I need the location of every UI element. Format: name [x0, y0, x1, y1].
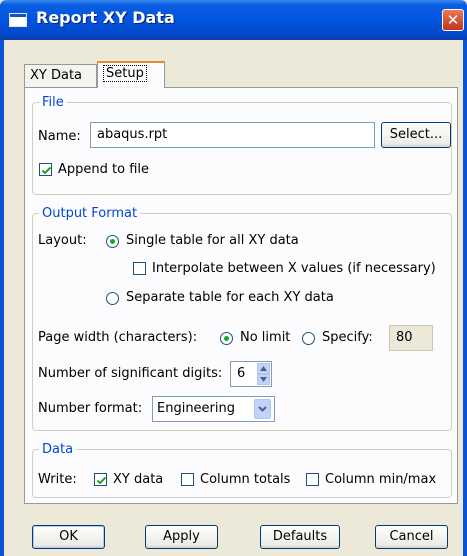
window-frame-left	[0, 40, 4, 556]
title-bar[interactable]: Report XY Data ✕	[0, 0, 467, 40]
chevron-down-icon[interactable]	[254, 399, 271, 419]
single-table-radio[interactable]	[106, 235, 119, 248]
spin-down-icon[interactable]	[257, 374, 270, 385]
ok-button[interactable]: OK	[32, 525, 105, 549]
radio-selected-dot	[224, 336, 229, 341]
page-width-input[interactable]: 80	[389, 325, 433, 351]
window-frame-right	[463, 40, 467, 556]
separate-table-radio[interactable]	[106, 292, 119, 305]
radio-selected-dot	[110, 239, 115, 244]
tab-setup-label: Setup	[103, 65, 147, 82]
digits-label: Number of significant digits:	[38, 366, 223, 381]
output-format-legend: Output Format	[42, 206, 138, 221]
no-limit-label: No limit	[240, 330, 291, 345]
tab-xy-data-label: XY Data	[30, 68, 83, 83]
apply-button[interactable]: Apply	[145, 525, 218, 549]
xy-data-label: XY data	[113, 472, 164, 487]
data-group: Data	[32, 442, 452, 498]
checkmark-icon	[96, 476, 107, 485]
data-legend: Data	[42, 442, 74, 457]
window-icon	[9, 13, 27, 27]
window-title: Report XY Data	[36, 8, 175, 27]
column-minmax-checkbox[interactable]	[306, 473, 319, 486]
layout-label: Layout:	[38, 233, 87, 248]
specify-label: Specify:	[322, 330, 373, 345]
column-totals-label: Column totals	[200, 472, 291, 487]
page-width-label: Page width (characters):	[38, 330, 198, 345]
spin-up-icon[interactable]	[257, 363, 270, 374]
close-button[interactable]: ✕	[442, 9, 464, 31]
interpolate-checkbox[interactable]	[133, 262, 146, 275]
append-checkbox[interactable]	[39, 163, 52, 176]
file-legend: File	[42, 95, 64, 110]
xy-data-checkbox[interactable]	[94, 473, 107, 486]
no-limit-radio[interactable]	[220, 332, 233, 345]
spin-up-arrow-icon	[260, 366, 267, 371]
cancel-button[interactable]: Cancel	[375, 525, 448, 549]
name-label: Name:	[38, 129, 81, 144]
column-minmax-label: Column min/max	[325, 472, 437, 487]
defaults-button[interactable]: Defaults	[260, 525, 340, 549]
append-label: Append to file	[58, 162, 149, 177]
tab-xy-data[interactable]: XY Data	[24, 64, 97, 88]
checkmark-icon	[41, 166, 52, 175]
separate-table-label: Separate table for each XY data	[126, 290, 334, 305]
dropdown-arrow-icon	[258, 406, 267, 412]
number-format-label: Number format:	[38, 401, 143, 416]
single-table-label: Single table for all XY data	[126, 233, 299, 248]
tab-setup[interactable]: Setup	[97, 61, 165, 88]
column-totals-checkbox[interactable]	[181, 473, 194, 486]
specify-radio[interactable]	[302, 332, 315, 345]
file-name-input[interactable]: abaqus.rpt	[90, 122, 375, 148]
select-button[interactable]: Select...	[381, 122, 451, 148]
interpolate-label: Interpolate between X values (if necessa…	[152, 261, 436, 276]
write-label: Write:	[38, 472, 77, 487]
spin-down-arrow-icon	[260, 377, 267, 382]
